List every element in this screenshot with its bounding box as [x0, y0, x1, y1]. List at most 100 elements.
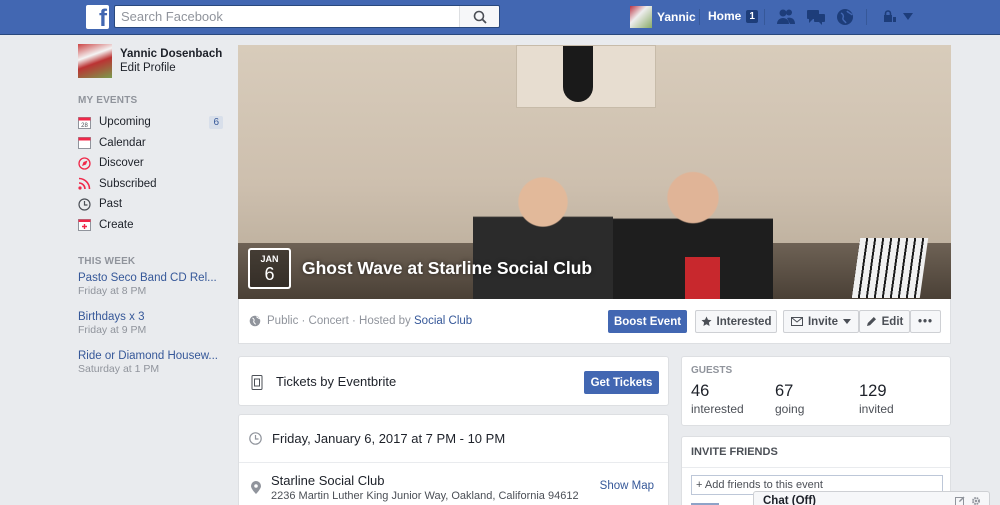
- week-event-title[interactable]: Ride or Diamond Housew...: [78, 349, 223, 363]
- guest-label: going: [775, 402, 805, 416]
- edit-label: Edit: [881, 315, 904, 328]
- clock-icon: [78, 198, 91, 211]
- invite-label: Invite: [807, 315, 839, 328]
- home-label: Home: [708, 9, 742, 23]
- search-bar: [114, 5, 500, 28]
- venue-address: 2236 Martin Luther King Junior Way, Oakl…: [271, 490, 579, 502]
- guests-card: GUESTS 46 interested 67 going 129 invite…: [681, 356, 951, 426]
- chat-sidebar-tab[interactable]: Chat (Off): [753, 491, 990, 505]
- guest-label: interested: [691, 402, 744, 416]
- host-link[interactable]: Social Club: [414, 315, 472, 327]
- calendar-icon: [78, 136, 91, 150]
- interested-label: Interested: [716, 315, 772, 328]
- boost-event-button[interactable]: Boost Event: [608, 310, 687, 333]
- globe-icon: [249, 315, 261, 327]
- friend-requests-icon[interactable]: [776, 8, 796, 26]
- invite-button[interactable]: Invite: [783, 310, 859, 333]
- compass-icon: [78, 157, 91, 170]
- notifications-globe-icon[interactable]: [835, 8, 855, 26]
- poster-on-wall: [516, 45, 656, 108]
- profile-link[interactable]: Yannic: [630, 6, 696, 28]
- divider: [699, 9, 700, 25]
- sidebar-item-subscribed[interactable]: Subscribed: [78, 174, 223, 195]
- event-day: 6: [264, 264, 275, 284]
- sidebar-item-past[interactable]: Past: [78, 194, 223, 215]
- messages-icon[interactable]: [806, 8, 826, 26]
- this-week-heading: THIS WEEK: [78, 256, 136, 267]
- sidebar-item-label: Calendar: [99, 136, 146, 149]
- home-count-badge: 1: [746, 9, 758, 23]
- event-location: Starline Social Club 2236 Martin Luther …: [271, 473, 579, 503]
- guest-stat-invited[interactable]: 129 invited: [859, 382, 894, 417]
- gear-icon[interactable]: [971, 496, 981, 505]
- guests-heading: GUESTS: [691, 365, 733, 376]
- list-item[interactable]: Birthdays x 3 Friday at 9 PM: [78, 310, 223, 337]
- search-input[interactable]: [115, 6, 455, 27]
- week-event-title[interactable]: Pasto Seco Band CD Rel...: [78, 271, 223, 285]
- compose-icon[interactable]: [955, 496, 965, 505]
- sidebar-item-discover[interactable]: Discover: [78, 153, 223, 174]
- sidebar-item-label: Create: [99, 218, 134, 231]
- sidebar-item-upcoming[interactable]: 28 Upcoming 6: [78, 112, 223, 133]
- upcoming-count-badge: 6: [209, 115, 223, 129]
- chat-label: Chat (Off): [763, 495, 817, 505]
- divider: [682, 467, 950, 468]
- edit-profile-link[interactable]: Edit Profile: [120, 61, 222, 76]
- lock-icon: [884, 10, 896, 22]
- edit-button[interactable]: Edit: [859, 310, 910, 333]
- tickets-label: Tickets by Eventbrite: [276, 374, 397, 389]
- plus-calendar-icon: [78, 218, 91, 232]
- guest-count: 129: [859, 382, 887, 400]
- event-datetime: Friday, January 6, 2017 at 7 PM - 10 PM: [272, 431, 506, 446]
- search-button[interactable]: [459, 6, 499, 27]
- keyboard-instrument: [851, 238, 929, 298]
- chevron-down-icon: [903, 13, 913, 20]
- privacy-shortcuts-button[interactable]: [883, 10, 913, 23]
- search-icon: [473, 10, 487, 24]
- calendar-day-number: 28: [81, 123, 88, 129]
- tickets-card: Tickets by Eventbrite Get Tickets: [238, 356, 669, 406]
- sidebar-item-calendar[interactable]: Calendar: [78, 133, 223, 154]
- invite-friends-heading: INVITE FRIENDS: [691, 446, 778, 458]
- get-tickets-button[interactable]: Get Tickets: [584, 371, 659, 394]
- venue-name[interactable]: Starline Social Club: [271, 473, 579, 489]
- sidebar-item-label: Upcoming: [99, 116, 151, 129]
- calendar-day-icon: 28: [78, 116, 91, 129]
- rss-icon: [78, 177, 91, 190]
- map-pin-icon: [251, 481, 261, 494]
- top-navigation-bar: f Yannic Home 1: [0, 0, 1000, 35]
- clock-icon: [249, 432, 262, 445]
- guest-count: 67: [775, 382, 794, 400]
- divider: [239, 462, 668, 463]
- week-event-title[interactable]: Birthdays x 3: [78, 310, 223, 324]
- week-event-time: Friday at 8 PM: [78, 285, 147, 297]
- ticket-icon: [251, 375, 263, 390]
- guest-stat-interested[interactable]: 46 interested: [691, 382, 744, 417]
- event-datetime-row: Friday, January 6, 2017 at 7 PM - 10 PM: [249, 431, 505, 446]
- week-event-time: Friday at 9 PM: [78, 324, 147, 336]
- my-events-heading: MY EVENTS: [78, 95, 138, 106]
- privacy-text: Public · Concert · Hosted by: [267, 315, 411, 327]
- home-link[interactable]: Home 1: [708, 9, 758, 23]
- profile-username: Yannic: [657, 10, 696, 24]
- show-map-link[interactable]: Show Map: [600, 480, 654, 492]
- chevron-down-icon: [843, 319, 852, 324]
- event-date-box: JAN 6: [248, 248, 291, 289]
- guest-stat-going[interactable]: 67 going: [775, 382, 804, 417]
- left-sidebar: Yannic Dosenbach Edit Profile MY EVENTS …: [78, 44, 223, 384]
- list-item[interactable]: Ride or Diamond Housew... Saturday at 1 …: [78, 349, 223, 376]
- star-icon: [701, 316, 712, 326]
- event-month: JAN: [260, 254, 279, 264]
- sidebar-profile[interactable]: Yannic Dosenbach Edit Profile: [78, 44, 223, 80]
- guest-count: 46: [691, 382, 710, 400]
- profile-name[interactable]: Yannic Dosenbach: [120, 47, 222, 61]
- more-options-button[interactable]: •••: [910, 310, 941, 333]
- event-action-bar: Public · Concert · Hosted by Social Club…: [238, 299, 951, 344]
- sidebar-item-label: Subscribed: [99, 177, 157, 190]
- sidebar-item-label: Discover: [99, 157, 144, 170]
- facebook-logo-icon[interactable]: f: [86, 5, 109, 31]
- interested-button[interactable]: Interested: [695, 310, 777, 333]
- sidebar-item-create[interactable]: Create: [78, 215, 223, 236]
- list-item[interactable]: Pasto Seco Band CD Rel... Friday at 8 PM: [78, 271, 223, 298]
- envelope-icon: [790, 317, 803, 326]
